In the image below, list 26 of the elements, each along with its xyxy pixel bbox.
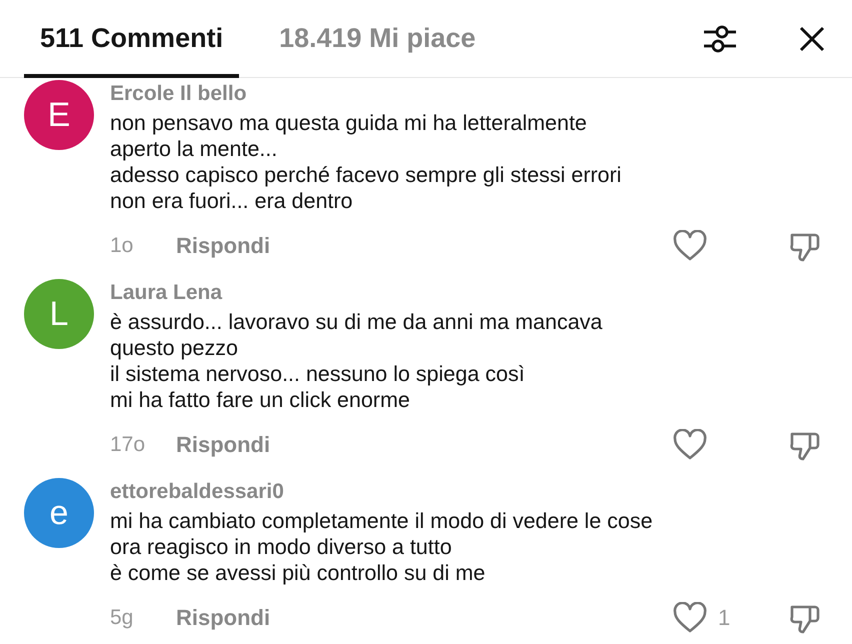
avatar[interactable]: e [24,478,94,548]
author-name: Ercole Il bello [110,81,248,107]
comment-time: 1o [110,234,134,258]
heart-icon [672,429,708,461]
reply-link[interactable]: Rispondi [176,233,270,259]
heart-icon [672,230,708,262]
tab[interactable]: 511 Commenti [24,0,240,78]
reply-link[interactable]: Rispondi [176,432,270,458]
comment-time: 5g [110,606,134,630]
comment-text: è assurdo... lavoravo su di me da anni ma mancava questo pezzo il sistema nervoso... nessuno lo spiega così mi ha fatto fare un click enorme [110,309,604,413]
close-button[interactable] [798,24,826,52]
avatar[interactable]: E [24,80,94,150]
heart-icon [672,602,708,634]
close-icon [798,24,826,52]
like-button[interactable]: 1 [672,602,740,634]
like-count: 1 [718,605,730,631]
comment-text: non pensavo ma questa guida mi ha letteralmente aperto la mente... adesso capisco perché facevo sempre gli stessi errori non era fuori... era dentro [110,110,622,214]
tab[interactable]: 18.419 Mi piace [263,0,492,78]
author-name: Laura Lena [110,280,224,306]
comment-time: 17o [110,433,146,457]
avatar[interactable]: L [24,279,94,349]
author-name: ettorebaldessari0 [110,479,285,505]
comment-text: mi ha cambiato completamente il modo di vedere le cose ora reagisco in modo diverso a tutto è come se avessi più controllo su di me [110,508,654,586]
reply-link[interactable]: Rispondi [176,605,270,631]
sliders-icon [702,22,738,54]
filter-button[interactable] [702,22,738,54]
